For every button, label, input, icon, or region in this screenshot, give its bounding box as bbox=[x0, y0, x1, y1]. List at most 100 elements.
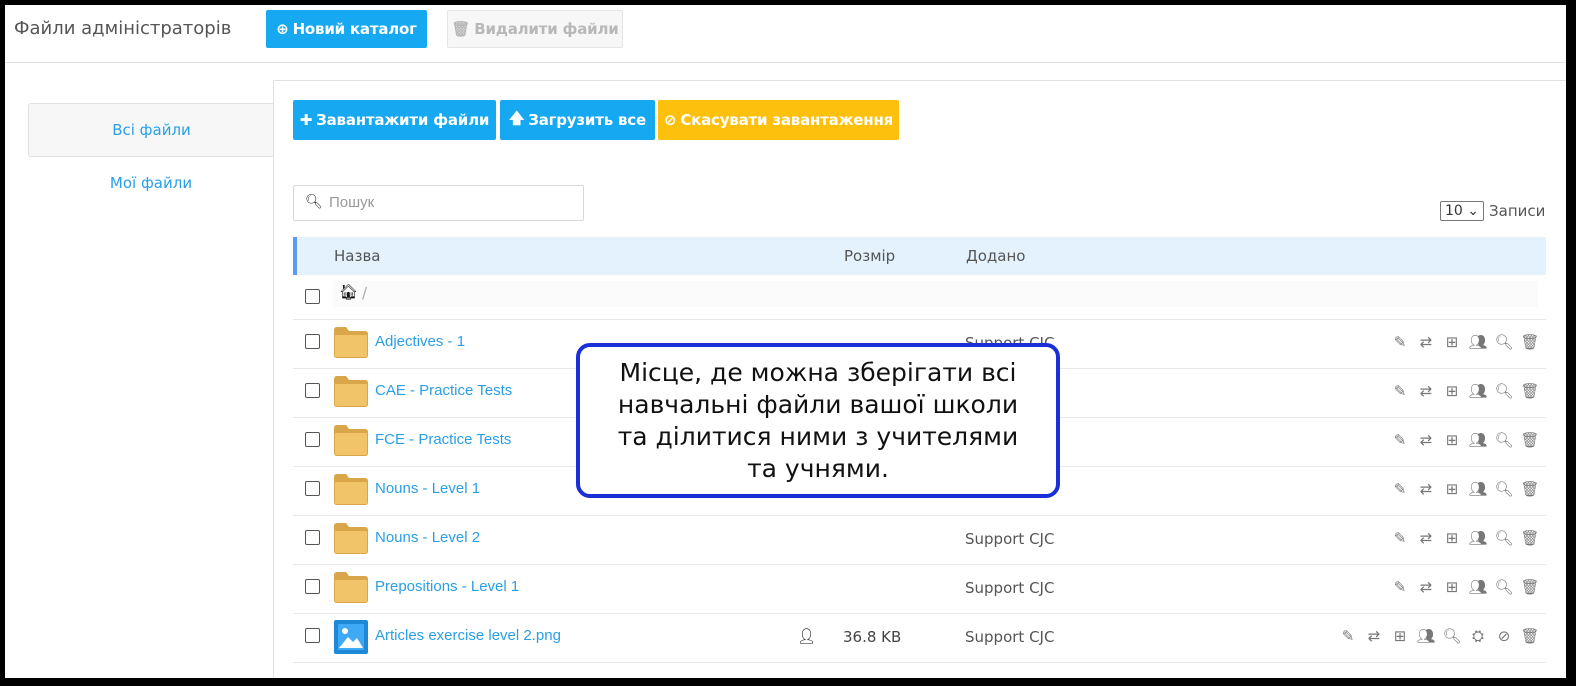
pencil-icon[interactable]: ✎ bbox=[1338, 627, 1358, 645]
folder-icon bbox=[334, 572, 368, 603]
search-icon[interactable]: 🔍︎ bbox=[1494, 333, 1514, 351]
users-icon[interactable]: 👥︎ bbox=[1416, 627, 1436, 645]
file-name-link[interactable]: Nouns - Level 1 bbox=[375, 480, 480, 497]
file-name-link[interactable]: CAE - Practice Tests bbox=[375, 382, 512, 399]
select-all-checkbox[interactable] bbox=[305, 289, 320, 304]
folder-icon bbox=[334, 425, 368, 456]
trash-icon[interactable]: 🗑 bbox=[1520, 480, 1540, 498]
pencil-icon[interactable]: ✎ bbox=[1390, 480, 1410, 498]
file-name-link[interactable]: Prepositions - Level 1 bbox=[375, 578, 519, 595]
plus-square-icon[interactable]: ⊞ bbox=[1442, 333, 1462, 351]
added-by: Support CJC bbox=[965, 579, 1055, 597]
sidebar-item-label: Всі файли bbox=[112, 121, 191, 139]
search-icon[interactable]: 🔍︎ bbox=[1494, 578, 1514, 596]
search-icon[interactable]: 🔍︎ bbox=[1494, 529, 1514, 547]
row-actions: ✎ ⇄ ⊞ 👥︎ 🔍︎ 🗑 bbox=[1390, 529, 1540, 547]
cancel-upload-label: Скасувати завантаження bbox=[680, 111, 894, 129]
exchange-icon[interactable]: ⇄ bbox=[1416, 480, 1436, 498]
new-folder-button[interactable]: ⊕ Новий каталог bbox=[266, 10, 427, 48]
row-checkbox[interactable] bbox=[305, 383, 320, 398]
table-row[interactable]: Articles exercise level 2.png 👤︎ 36.8 KB Su… bbox=[293, 614, 1546, 663]
plus-square-icon[interactable]: ⊞ bbox=[1442, 529, 1462, 547]
file-size: 36.8 KB bbox=[843, 628, 902, 646]
users-icon[interactable]: 👥︎ bbox=[1468, 333, 1488, 351]
users-icon[interactable]: 👥︎ bbox=[1468, 578, 1488, 596]
plus-square-icon[interactable]: ⊞ bbox=[1442, 382, 1462, 400]
row-actions: ✎ ⇄ ⊞ 👥︎ 🔍︎ 🗑 bbox=[1390, 578, 1540, 596]
plus-square-icon[interactable]: ⊞ bbox=[1442, 578, 1462, 596]
image-file-icon bbox=[334, 620, 368, 654]
pencil-icon[interactable]: ✎ bbox=[1390, 578, 1410, 596]
add-files-button[interactable]: ✚ Завантажити файли bbox=[293, 100, 496, 140]
plus-circle-icon: ⊕ bbox=[276, 20, 289, 38]
folder-icon bbox=[334, 376, 368, 407]
plus-square-icon[interactable]: ⊞ bbox=[1442, 431, 1462, 449]
records-select-value: 10 bbox=[1445, 203, 1463, 219]
search-icon[interactable]: 🔍︎ bbox=[1494, 431, 1514, 449]
cancel-upload-button[interactable]: ⊘ Скасувати завантаження bbox=[658, 100, 899, 140]
upload-all-button[interactable]: 🡅 Загрузить все bbox=[500, 100, 655, 140]
row-checkbox[interactable] bbox=[305, 481, 320, 496]
trash-icon[interactable]: 🗑 bbox=[1520, 529, 1540, 547]
row-checkbox[interactable] bbox=[305, 579, 320, 594]
row-actions: ✎ ⇄ ⊞ 👥︎ 🔍︎ 🗑 bbox=[1390, 382, 1540, 400]
home-icon[interactable]: 🏠︎ bbox=[339, 283, 358, 301]
users-icon[interactable]: 👥︎ bbox=[1468, 382, 1488, 400]
breadcrumb: 🏠︎ / bbox=[333, 281, 1538, 307]
row-checkbox[interactable] bbox=[305, 530, 320, 545]
file-name-link[interactable]: Articles exercise level 2.png bbox=[375, 627, 561, 644]
trash-icon[interactable]: 🗑 bbox=[1520, 382, 1540, 400]
pencil-icon[interactable]: ✎ bbox=[1390, 382, 1410, 400]
exchange-icon[interactable]: ⇄ bbox=[1364, 627, 1384, 645]
sidebar-item-all-files[interactable]: Всі файли bbox=[28, 103, 274, 157]
users-icon[interactable]: 👥︎ bbox=[1468, 431, 1488, 449]
add-files-label: Завантажити файли bbox=[316, 111, 490, 129]
top-bar: Файли адміністраторів ⊕ Новий каталог 🗑 … bbox=[5, 5, 1566, 63]
row-actions: ✎ ⇄ ⊞ 👥︎ 🔍︎ 🗑 bbox=[1390, 431, 1540, 449]
delete-files-label: Видалити файли bbox=[474, 20, 619, 38]
exchange-icon[interactable]: ⇄ bbox=[1416, 529, 1436, 547]
file-name-link[interactable]: FCE - Practice Tests bbox=[375, 431, 511, 448]
row-checkbox[interactable] bbox=[305, 334, 320, 349]
pencil-icon[interactable]: ✎ bbox=[1390, 431, 1410, 449]
added-by: Support CJC bbox=[965, 628, 1055, 646]
exchange-icon[interactable]: ⇄ bbox=[1416, 333, 1436, 351]
users-icon[interactable]: 👥︎ bbox=[1468, 529, 1488, 547]
file-name-link[interactable]: Adjectives - 1 bbox=[375, 333, 465, 350]
row-checkbox[interactable] bbox=[305, 628, 320, 643]
search-input[interactable] bbox=[327, 193, 571, 212]
row-checkbox[interactable] bbox=[305, 432, 320, 447]
trash-icon[interactable]: 🗑 bbox=[1520, 431, 1540, 449]
plus-icon: ✚ bbox=[299, 111, 313, 129]
search-icon[interactable]: 🔍︎ bbox=[1494, 382, 1514, 400]
pencil-icon[interactable]: ✎ bbox=[1390, 333, 1410, 351]
ban-icon[interactable]: ⊘ bbox=[1494, 627, 1514, 645]
exchange-icon[interactable]: ⇄ bbox=[1416, 578, 1436, 596]
table-row[interactable]: Prepositions - Level 1 Support CJC ✎ ⇄ ⊞ 👥︎ 🔍︎… bbox=[293, 565, 1546, 614]
page-title: Файли адміністраторів bbox=[14, 18, 232, 39]
table-row[interactable]: Nouns - Level 2 Support CJC ✎ ⇄ ⊞ 👥︎ 🔍︎ 🗑 bbox=[293, 516, 1546, 565]
column-name-header[interactable]: Назва bbox=[334, 247, 380, 265]
user-icon: 👤︎ bbox=[797, 627, 817, 645]
column-size-header[interactable]: Розмір bbox=[844, 247, 895, 265]
trash-icon[interactable]: 🗑 bbox=[1520, 627, 1540, 645]
row-actions: ✎ ⇄ ⊞ 👥︎ 🔍︎ 🗑 bbox=[1390, 333, 1540, 351]
sidebar-item-my-files[interactable]: Мої файли bbox=[28, 157, 274, 209]
column-added-header[interactable]: Додано bbox=[966, 247, 1025, 265]
callout-text: Місце, де можна зберігати всі навчальні … bbox=[617, 357, 1019, 483]
sitemap-icon[interactable]: ⛭ bbox=[1468, 627, 1488, 645]
plus-square-icon[interactable]: ⊞ bbox=[1442, 480, 1462, 498]
file-name-link[interactable]: Nouns - Level 2 bbox=[375, 529, 480, 546]
added-by: Support CJC bbox=[965, 530, 1055, 548]
records-select[interactable]: 10 ⌄ bbox=[1440, 201, 1485, 221]
search-icon[interactable]: 🔍︎ bbox=[1494, 480, 1514, 498]
search-icon[interactable]: 🔍︎ bbox=[1442, 627, 1462, 645]
delete-files-button[interactable]: 🗑 Видалити файли bbox=[447, 10, 623, 48]
trash-icon[interactable]: 🗑 bbox=[1520, 578, 1540, 596]
trash-icon[interactable]: 🗑 bbox=[1520, 333, 1540, 351]
plus-square-icon[interactable]: ⊞ bbox=[1390, 627, 1410, 645]
exchange-icon[interactable]: ⇄ bbox=[1416, 431, 1436, 449]
exchange-icon[interactable]: ⇄ bbox=[1416, 382, 1436, 400]
pencil-icon[interactable]: ✎ bbox=[1390, 529, 1410, 547]
users-icon[interactable]: 👥︎ bbox=[1468, 480, 1488, 498]
